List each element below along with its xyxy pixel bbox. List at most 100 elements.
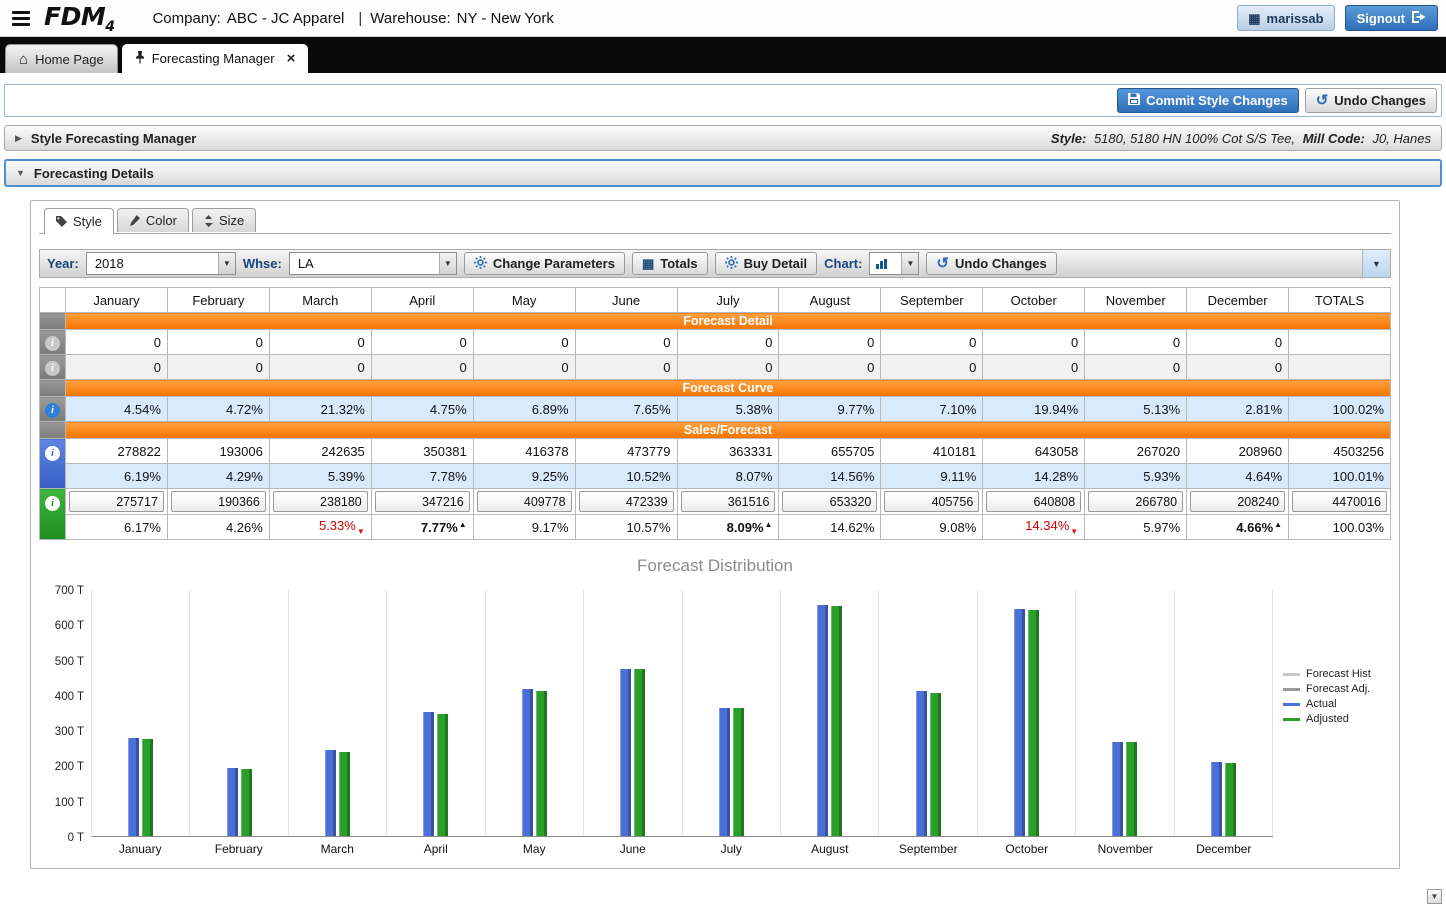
table-cell: 0	[371, 355, 473, 380]
company-value: ABC - JC Apparel	[227, 10, 345, 27]
tab-color[interactable]: Color	[117, 208, 189, 232]
warehouse-select[interactable]: LA ▼	[289, 252, 457, 275]
close-tab-icon[interactable]: ×	[287, 51, 296, 66]
tab-size[interactable]: Size	[192, 208, 256, 232]
commit-style-changes-button[interactable]: Commit Style Changes	[1117, 88, 1299, 113]
adjusted-forecast-input[interactable]	[1190, 491, 1285, 512]
table-cell: 410181	[881, 439, 983, 464]
buy-detail-button[interactable]: Buy Detail	[715, 252, 818, 275]
tab-forecasting-manager[interactable]: Forecasting Manager ×	[122, 44, 309, 73]
table-cell	[1085, 489, 1187, 515]
adjusted-forecast-input[interactable]	[273, 491, 368, 512]
adjusted-forecast-input[interactable]	[477, 491, 572, 512]
menu-icon[interactable]	[12, 11, 30, 26]
bar-actual	[817, 605, 828, 836]
legend-item: Adjusted	[1283, 713, 1391, 725]
totals-button[interactable]: ▦ Totals	[632, 252, 708, 275]
adjusted-forecast-input[interactable]	[986, 491, 1081, 512]
cell-value: 100.03%	[1333, 520, 1384, 535]
table-cell: 4503256	[1289, 439, 1391, 464]
table-row: i000000000000	[40, 330, 1391, 355]
bar-group-february	[190, 590, 288, 836]
adjusted-forecast-input[interactable]	[375, 491, 470, 512]
undo-changes-label: Undo Changes	[955, 256, 1047, 271]
pin-icon[interactable]	[135, 51, 145, 67]
filter-toolbar: Year: 2018 ▼ Whse: LA ▼ Change Parameter…	[39, 249, 1391, 278]
table-cell: 0	[269, 355, 371, 380]
table-cell: 0	[371, 330, 473, 355]
forecasting-details-header[interactable]: ▼ Forecasting Details	[4, 159, 1442, 187]
adjusted-forecast-input[interactable]	[579, 491, 674, 512]
info-icon[interactable]: i	[45, 496, 60, 511]
table-cell: 0	[779, 355, 881, 380]
style-forecasting-manager-header[interactable]: ▶ Style Forecasting Manager Style: 5180,…	[4, 125, 1442, 151]
scroll-down-button[interactable]: ▼	[1427, 889, 1442, 904]
bar-adjusted	[1028, 610, 1039, 836]
table-cell: 0	[66, 330, 168, 355]
tab-forecasting-label: Forecasting Manager	[152, 51, 275, 66]
year-select[interactable]: 2018 ▼	[86, 252, 236, 275]
adjusted-forecast-input[interactable]	[681, 491, 776, 512]
section-header-row: Sales/Forecast	[40, 422, 1391, 439]
collapse-icon[interactable]: ▼	[16, 168, 25, 178]
section-label: Sales/Forecast	[66, 422, 1391, 439]
info-icon[interactable]: i	[45, 336, 60, 351]
table-cell	[779, 489, 881, 515]
tab-home-label: Home Page	[35, 52, 104, 67]
chevron-down-icon[interactable]: ▼	[439, 253, 456, 274]
x-axis-label: December	[1175, 842, 1274, 856]
bar-actual	[128, 738, 139, 836]
adjusted-forecast-input[interactable]	[782, 491, 877, 512]
signout-button[interactable]: Signout	[1345, 5, 1438, 31]
user-menu-button[interactable]: ▦ marissab	[1237, 5, 1334, 31]
undo-icon: ↺	[936, 256, 949, 271]
apps-grid-icon: ▦	[1248, 12, 1260, 25]
info-icon[interactable]: i	[45, 403, 60, 418]
chevron-down-icon[interactable]: ▼	[901, 253, 918, 274]
table-cell: 193006	[167, 439, 269, 464]
table-cell: 208960	[1187, 439, 1289, 464]
mill-code-value: J0, Hanes	[1372, 131, 1431, 146]
calendar-header-cell[interactable]	[40, 288, 66, 313]
whse-value: LA	[290, 253, 439, 274]
table-cell: 5.39%	[269, 464, 371, 489]
info-icon[interactable]: i	[45, 446, 60, 461]
table-cell: 10.57%	[575, 515, 677, 540]
month-column-header: May	[473, 288, 575, 313]
whse-label: Whse:	[243, 256, 282, 271]
change-parameters-button[interactable]: Change Parameters	[464, 252, 625, 275]
chart-type-select[interactable]: ▼	[869, 252, 919, 275]
chevron-down-icon[interactable]: ▼	[218, 253, 235, 274]
bar-actual	[1211, 762, 1222, 836]
expand-icon[interactable]: ▶	[15, 133, 22, 144]
window-tab-bar: ⌂ Home Page Forecasting Manager ×	[0, 37, 1446, 73]
tab-style[interactable]: Style	[44, 208, 114, 234]
table-cell: 9.77%	[779, 397, 881, 422]
table-cell: 267020	[1085, 439, 1187, 464]
table-cell: 5.33%▼	[269, 515, 371, 540]
bar-group-january	[92, 590, 190, 836]
adjusted-forecast-input[interactable]	[1292, 491, 1387, 512]
tab-home-page[interactable]: ⌂ Home Page	[5, 44, 118, 73]
x-axis-label: October	[978, 842, 1077, 856]
info-icon[interactable]: i	[45, 361, 60, 376]
details-panel-title: Forecasting Details	[34, 166, 154, 181]
chart-plot-area	[91, 590, 1273, 837]
legend-label: Actual	[1306, 698, 1337, 710]
adjusted-forecast-input[interactable]	[69, 491, 164, 512]
row-gutter: i	[40, 397, 66, 422]
month-column-header: March	[269, 288, 371, 313]
cell-value: 8.09%	[727, 520, 764, 535]
bar-group-july	[683, 590, 781, 836]
undo-changes-button-top[interactable]: ↺ Undo Changes	[1305, 88, 1437, 113]
table-cell: 0	[779, 330, 881, 355]
table-cell: 655705	[779, 439, 881, 464]
adjusted-forecast-input[interactable]	[1088, 491, 1183, 512]
table-cell: 19.94%	[983, 397, 1085, 422]
commit-label: Commit Style Changes	[1146, 93, 1288, 108]
undo-changes-button[interactable]: ↺ Undo Changes	[926, 252, 1056, 275]
bar-actual	[620, 669, 631, 836]
toolbar-more-dropdown[interactable]: ▼	[1362, 250, 1390, 277]
adjusted-forecast-input[interactable]	[884, 491, 979, 512]
adjusted-forecast-input[interactable]	[171, 491, 266, 512]
